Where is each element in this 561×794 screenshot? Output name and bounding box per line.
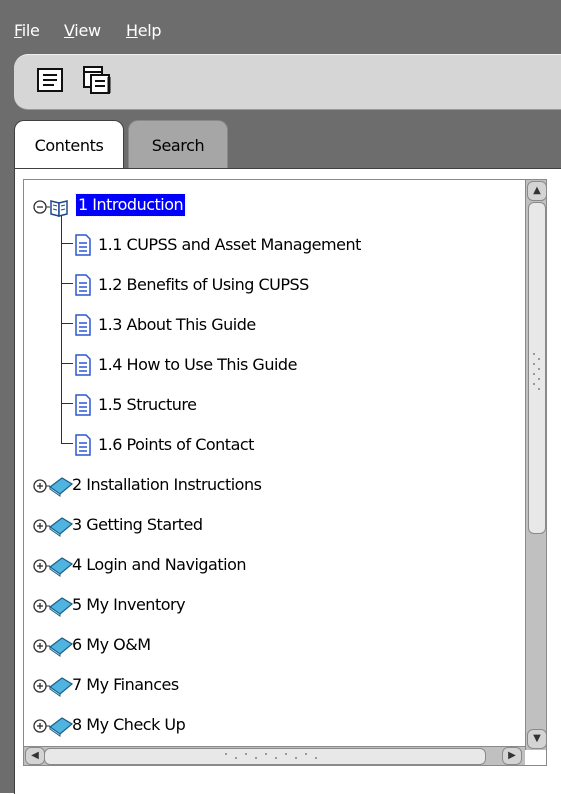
tab-search[interactable]: Search <box>128 120 228 169</box>
toolbar <box>14 54 561 110</box>
scroll-left-button[interactable]: ◀ <box>25 747 45 765</box>
horizontal-scroll-thumb[interactable] <box>44 748 486 765</box>
help-window: File View Help Contents Search 1 Introdu… <box>0 0 561 794</box>
document-page-icon <box>75 234 91 256</box>
tree-node-label: 3 Getting Started <box>72 515 203 534</box>
document-page-icon <box>75 314 91 336</box>
tree-node-chapter[interactable]: 8 My Check Up <box>24 710 524 740</box>
window-panel: File View Help Contents Search 1 Introdu… <box>0 0 561 794</box>
tree-node-label: 1.5 Structure <box>98 395 197 414</box>
tree-node-section[interactable]: 1.3 About This Guide <box>24 310 524 340</box>
tree-node-label: 1.3 About This Guide <box>98 315 256 334</box>
collapsed-book-icon <box>33 557 74 577</box>
menu-file[interactable]: File <box>14 12 40 46</box>
grip-dot <box>315 757 317 759</box>
grip-dot <box>538 388 540 390</box>
vertical-scrollbar[interactable]: ▲ ▼ <box>525 180 546 750</box>
tree-node-section[interactable]: 1.5 Structure <box>24 390 524 420</box>
menu-help[interactable]: Help <box>126 12 162 46</box>
menu-view[interactable]: View <box>64 12 101 46</box>
tree-node-label: 1.2 Benefits of Using CUPSS <box>98 275 309 294</box>
tree-node-label: 1.4 How to Use This Guide <box>98 355 297 374</box>
grip-dot <box>533 383 535 385</box>
document-page-icon <box>75 434 91 456</box>
tree-node-label: 4 Login and Navigation <box>72 555 247 574</box>
tree-node-label: 1 Introduction <box>74 193 187 217</box>
toolbar-button-contents[interactable] <box>34 63 66 97</box>
collapsed-book-icon <box>33 517 74 537</box>
scroll-right-button[interactable]: ▶ <box>502 747 522 765</box>
collapsed-book-icon <box>33 717 74 737</box>
tree-node-chapter[interactable]: 4 Login and Navigation <box>24 550 524 580</box>
document-page-icon <box>75 274 91 296</box>
grip-dot <box>225 753 227 755</box>
grip-dot <box>533 373 535 375</box>
grip-dot <box>538 368 540 370</box>
vertical-scroll-thumb[interactable] <box>528 202 546 534</box>
collapsed-book-icon <box>33 597 74 617</box>
horizontal-scrollbar[interactable]: ◀ ▶ <box>24 746 525 765</box>
tree-node-section[interactable]: 1.1 CUPSS and Asset Management <box>24 230 524 260</box>
tree-node-chapter[interactable]: 7 My Finances <box>24 670 524 700</box>
tree-node-chapter[interactable]: 2 Installation Instructions <box>24 470 524 500</box>
tree-node-section[interactable]: 1.6 Points of Contact <box>24 430 524 460</box>
collapsed-book-icon <box>33 637 74 657</box>
tree-node-label: 6 My O&M <box>72 635 151 654</box>
tree-node-chapter-1[interactable]: 1 Introduction <box>24 190 524 220</box>
grip-dot <box>533 353 535 355</box>
tree-node-label: 2 Installation Instructions <box>72 475 262 494</box>
grip-dot <box>538 358 540 360</box>
document-list-icon <box>37 68 63 92</box>
grip-dot <box>255 757 257 759</box>
document-page-icon <box>75 394 91 416</box>
expanded-book-icon <box>33 200 68 217</box>
tree-node-label: 7 My Finances <box>72 675 179 694</box>
grip-dot <box>538 378 540 380</box>
scroll-up-button[interactable]: ▲ <box>527 181 546 201</box>
tree-node-chapter[interactable]: 6 My O&M <box>24 630 524 660</box>
contents-panel: 1 Introduction 1.1 CUPSS and Asset Manag… <box>14 168 561 794</box>
scroll-down-button[interactable]: ▼ <box>527 729 546 749</box>
tree-node-label: 1.6 Points of Contact <box>98 435 254 454</box>
grip-dot <box>275 757 277 759</box>
grip-dot <box>235 757 237 759</box>
document-page-icon <box>75 354 91 376</box>
tree-node-label: 1.1 CUPSS and Asset Management <box>98 235 361 254</box>
tree-node-label: 8 My Check Up <box>72 715 186 734</box>
grip-dot <box>285 753 287 755</box>
grip-dot <box>245 753 247 755</box>
grip-dot <box>295 757 297 759</box>
copy-window-icon <box>83 66 111 94</box>
collapsed-book-icon <box>33 477 74 497</box>
tree-node-chapter[interactable]: 3 Getting Started <box>24 510 524 540</box>
tree-node-label: 5 My Inventory <box>72 595 186 614</box>
grip-dot <box>533 363 535 365</box>
toolbar-button-window[interactable] <box>80 63 112 97</box>
collapsed-book-icon <box>33 677 74 697</box>
tree-node-chapter[interactable]: 5 My Inventory <box>24 590 524 620</box>
menu-bar: File View Help <box>0 12 561 46</box>
contents-tree: 1 Introduction 1.1 CUPSS and Asset Manag… <box>23 179 547 766</box>
grip-dot <box>305 753 307 755</box>
grip-dot <box>265 753 267 755</box>
tree-node-section[interactable]: 1.2 Benefits of Using CUPSS <box>24 270 524 300</box>
tree-node-section[interactable]: 1.4 How to Use This Guide <box>24 350 524 380</box>
